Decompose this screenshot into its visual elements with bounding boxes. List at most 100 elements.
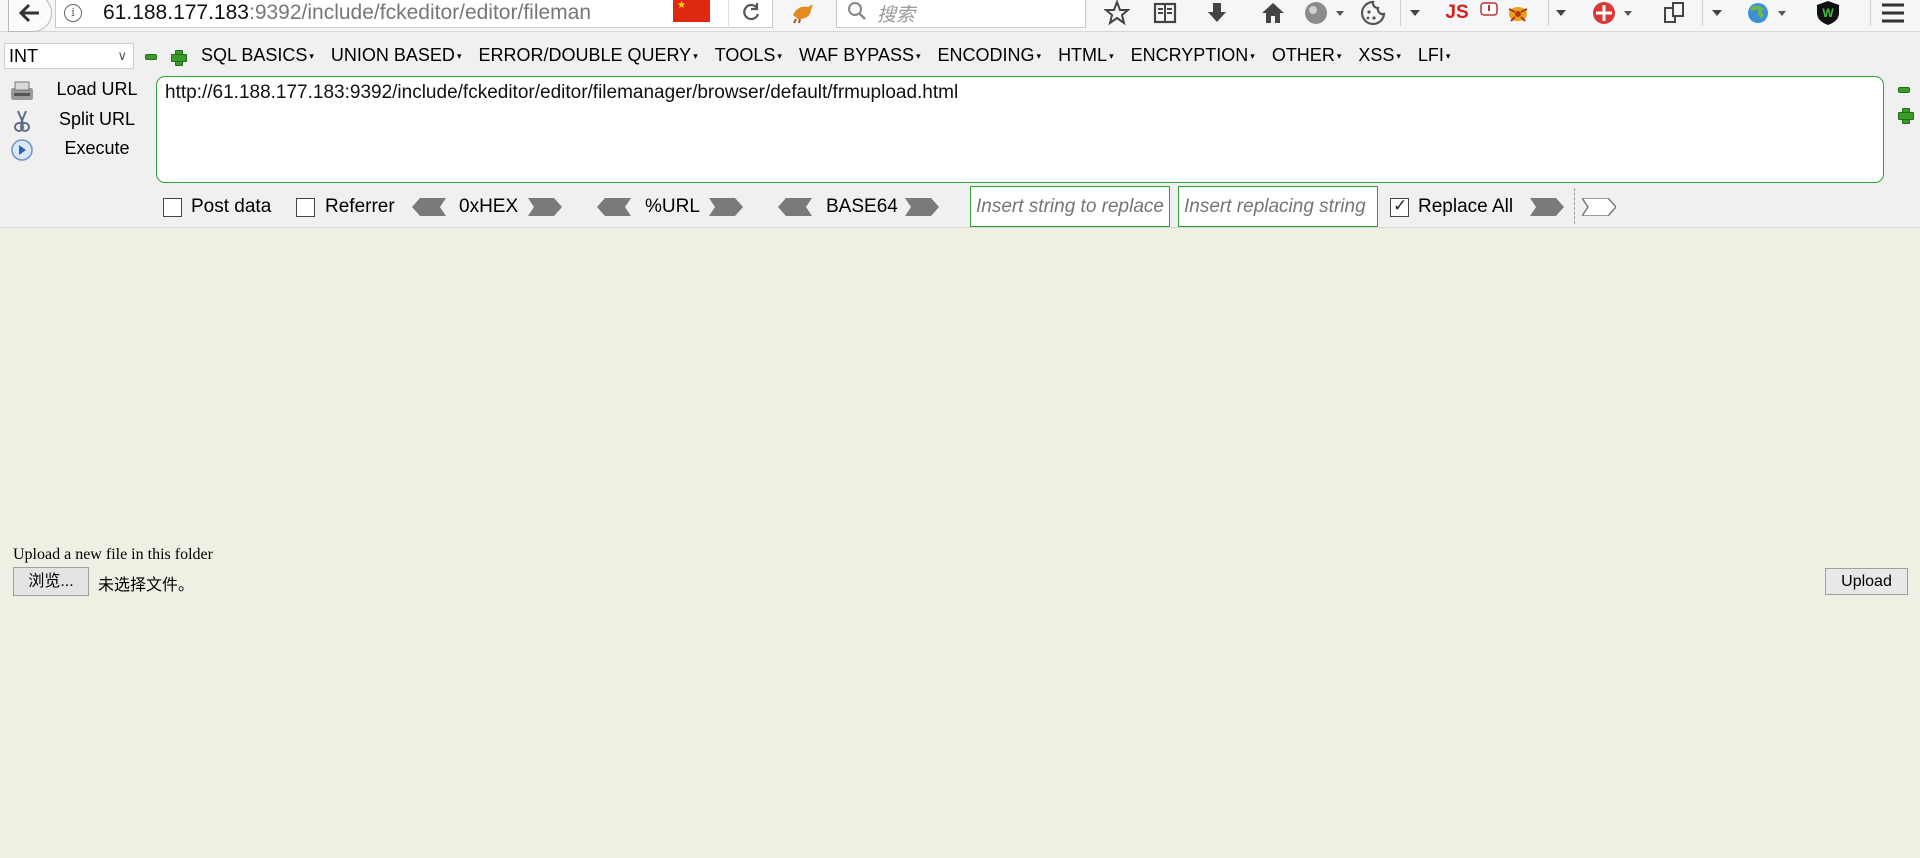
download-icon[interactable] [1202, 0, 1232, 26]
dropdown-arrow-icon: ▾ [915, 51, 921, 61]
menu-sql-basics[interactable]: SQL BASICS ▾ [201, 45, 314, 66]
menu-tools[interactable]: TOOLS ▾ [715, 45, 782, 66]
browser-toolbar: i 61.188.177.183:9392/include/fckeditor/… [0, 0, 1920, 32]
bookmark-star-icon[interactable] [1102, 0, 1132, 26]
dropdown-arrow-icon: ▾ [456, 51, 462, 61]
dropdown-arrow-icon: ▾ [1109, 51, 1114, 61]
base64-decode-arrow-icon[interactable] [778, 198, 812, 216]
back-button[interactable] [8, 0, 52, 32]
url-decode-arrow-icon[interactable] [597, 198, 631, 216]
dropdown-arrow-icon: ▾ [1336, 51, 1342, 61]
increase-size-icon[interactable] [171, 50, 187, 66]
menu-label: WAF BYPASS [798, 45, 914, 65]
post-data-label: Post data [191, 196, 272, 217]
back-arrow-icon [19, 3, 39, 23]
split-url-label: Split URL [58, 109, 136, 129]
hamburger-menu-icon[interactable] [1870, 0, 1914, 26]
replace-all-label: Replace All [1418, 196, 1514, 217]
home-icon[interactable] [1258, 0, 1288, 26]
dropdown-arrow-icon: ▾ [1250, 51, 1255, 61]
expand-icon[interactable] [1898, 108, 1914, 124]
menu-union-based[interactable]: UNION BASED ▾ [331, 45, 462, 66]
menu-label: SQL BASICS [201, 45, 308, 65]
post-data-checkbox[interactable] [163, 198, 182, 217]
js-extension-icon[interactable]: JS [1440, 0, 1474, 26]
upload-caption: Upload a new file in this folder [13, 546, 213, 563]
load-url-label: Load URL [56, 79, 138, 99]
injection-type-select[interactable]: INT ∨ [4, 43, 134, 69]
page-tool-dropdown-icon[interactable] [1702, 0, 1730, 26]
replace-with-input[interactable] [1178, 186, 1378, 227]
search-placeholder: 搜索 [877, 5, 916, 26]
url-encode-arrow-icon[interactable] [709, 198, 743, 216]
globe-menu-icon[interactable] [1302, 0, 1346, 26]
referrer-label: Referrer [325, 196, 395, 217]
dropdown-arrow-icon: ▾ [309, 51, 314, 61]
upload-button[interactable]: Upload [1825, 568, 1908, 595]
menu-label: HTML [1058, 45, 1108, 65]
proxy-globe-menu-icon[interactable] [1744, 0, 1790, 26]
replace-find-input[interactable] [970, 186, 1170, 227]
menu-label: ENCRYPTION [1130, 45, 1249, 65]
page-tool-icon[interactable] [1660, 0, 1690, 26]
scissors-icon [14, 110, 30, 132]
notification-badge-icon[interactable] [1479, 0, 1499, 22]
url-path: :9392/include/fckeditor/editor/fileman [248, 1, 592, 24]
load-url-button[interactable]: Load URL [4, 76, 154, 106]
dropdown-arrow-icon: ▾ [1445, 51, 1451, 61]
play-icon [11, 139, 33, 161]
base64-label: BASE64 [826, 196, 898, 217]
menu-html[interactable]: HTML ▾ [1058, 45, 1114, 66]
reload-button[interactable] [728, 0, 773, 26]
address-text[interactable]: 61.188.177.183:9392/include/fckeditor/ed… [103, 1, 693, 25]
js-extension-label: JS [1445, 2, 1469, 23]
menu-xss[interactable]: XSS ▾ [1358, 45, 1401, 66]
reload-icon [743, 3, 760, 21]
search-icon [848, 2, 866, 20]
menu-error-double-query[interactable]: ERROR/DOUBLE QUERY ▾ [478, 45, 697, 66]
menu-label: OTHER [1271, 45, 1335, 65]
menu-label: UNION BASED [330, 45, 455, 65]
referrer-checkbox[interactable] [296, 198, 315, 217]
decrease-size-icon[interactable] [145, 54, 157, 60]
replace-all-checkbox[interactable] [1390, 196, 1409, 217]
menu-lfi[interactable]: LFI ▾ [1418, 45, 1451, 66]
menu-encryption[interactable]: ENCRYPTION ▾ [1131, 45, 1255, 66]
menu-label: XSS [1358, 45, 1395, 65]
hex-decode-arrow-icon[interactable] [412, 198, 446, 216]
info-icon[interactable]: i [64, 4, 82, 22]
overflow-dropdown-icon[interactable] [1400, 0, 1428, 26]
chevron-down-icon: ∨ [117, 48, 127, 63]
dropdown-arrow-icon: ▾ [1036, 51, 1042, 61]
execute-label: Execute [64, 138, 130, 158]
bird-extension-icon[interactable] [790, 1, 816, 25]
collapse-icon[interactable] [1898, 87, 1910, 93]
menu-waf-bypass[interactable]: WAF BYPASS ▾ [799, 45, 921, 66]
base64-encode-arrow-icon[interactable] [905, 198, 939, 216]
search-bar[interactable]: 搜索 [836, 0, 1086, 28]
execute-button[interactable]: Execute [4, 135, 154, 165]
cookie-icon[interactable] [1358, 0, 1388, 26]
hex-encode-arrow-icon[interactable] [528, 198, 562, 216]
menu-label: TOOLS [714, 45, 776, 65]
replace-next-arrow-icon[interactable] [1582, 198, 1616, 216]
dropdown-arrow-icon: ▾ [693, 51, 698, 61]
no-file-selected-text: 未选择文件。 [98, 577, 195, 594]
url-textarea[interactable]: http://61.188.177.183:9392/include/fcked… [156, 76, 1884, 183]
red-extension-menu-icon[interactable] [1590, 0, 1636, 26]
shield-extension-icon[interactable]: W [1814, 0, 1842, 26]
firebug-dropdown-icon[interactable] [1548, 0, 1572, 26]
hex-label: 0xHEX [459, 196, 519, 217]
menu-encoding[interactable]: ENCODING ▾ [938, 45, 1042, 66]
replace-run-arrow-icon[interactable] [1530, 198, 1564, 216]
menu-label: LFI [1417, 45, 1444, 65]
dropdown-arrow-icon: ▾ [1396, 51, 1401, 61]
firebug-icon[interactable] [1504, 0, 1532, 26]
menu-other[interactable]: OTHER ▾ [1272, 45, 1342, 66]
address-bar[interactable]: i 61.188.177.183:9392/include/fckeditor/… [55, 0, 773, 28]
browse-button[interactable]: 浏览... [13, 567, 89, 596]
reading-list-icon[interactable] [1150, 0, 1180, 26]
hackbar-panel: INT ∨ SQL BASICS ▾ UNION BASED ▾ ERROR/DOU… [0, 32, 1920, 228]
url-encoding-label: %URL [645, 196, 700, 217]
split-url-button[interactable]: Split URL [4, 106, 154, 136]
